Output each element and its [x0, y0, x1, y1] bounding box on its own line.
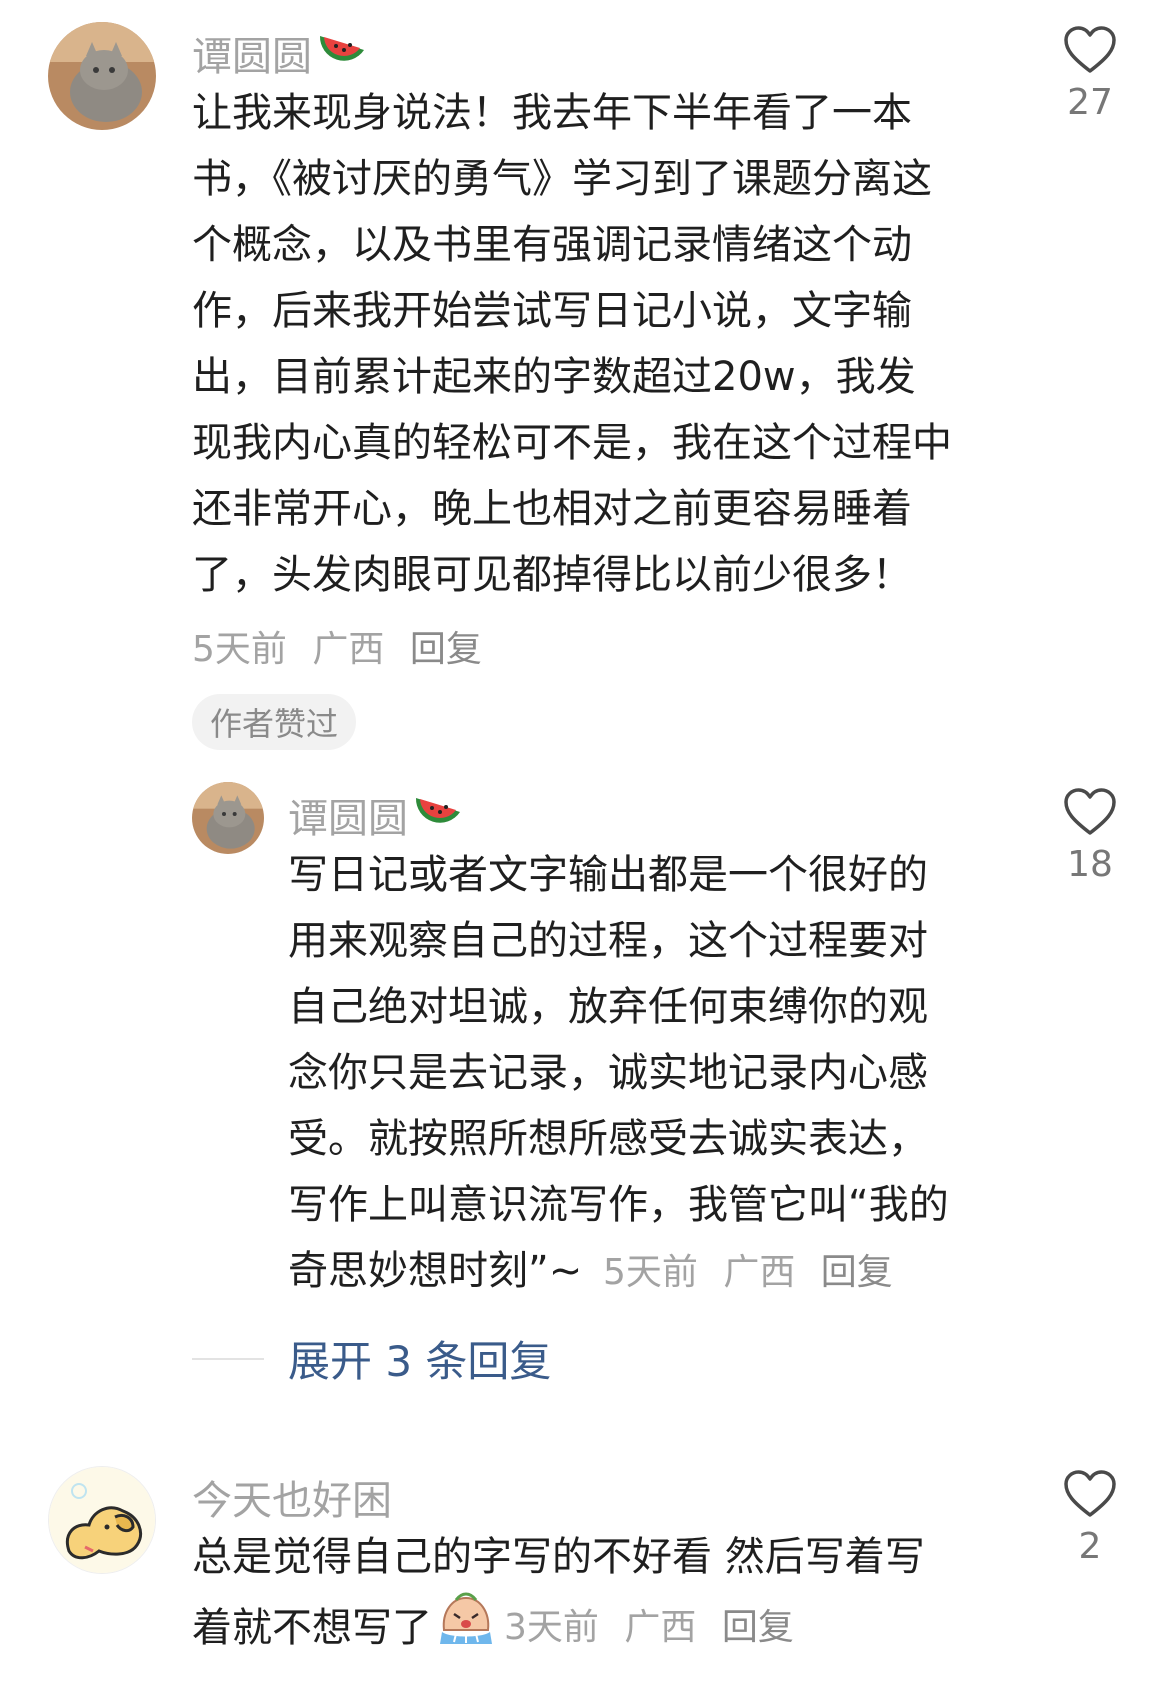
comment-line: 自己绝对坦诚，放弃任何束缚你的观: [288, 984, 928, 1030]
comment-line: 书，《被讨厌的勇气》学习到了课题分离这: [192, 156, 932, 202]
comment-meta: 5天前 广西 回复: [192, 620, 496, 672]
watermelon-icon: [412, 788, 464, 842]
comment-body[interactable]: 总是觉得自己的字写的不好看 然后写着写 着就不想写了 3天前 广西 回复: [192, 1524, 925, 1666]
avatar-cat[interactable]: [192, 782, 264, 854]
reply-button[interactable]: 回复: [722, 1607, 794, 1648]
like-button[interactable]: 18: [1050, 788, 1130, 885]
comment-line: 个概念，以及书里有强调记录情绪这个动: [192, 222, 912, 268]
watermelon-icon: [316, 26, 368, 80]
comment-line: 了，头发肉眼可见都掉得比以前少很多！: [192, 552, 912, 598]
comment-time: 5天前: [192, 629, 287, 670]
comment-line: 作，后来我开始尝试写日记小说，文字输: [192, 288, 912, 334]
comment-line: 写日记或者文字输出都是一个很好的: [288, 852, 928, 898]
comment-meta: 5天前 广西 回复: [603, 1252, 907, 1293]
heart-icon: [1064, 788, 1116, 835]
divider: [192, 1357, 264, 1360]
comment-line-last: 奇思妙想时刻”~ 5天前 广西 回复: [288, 1238, 949, 1306]
comment-line: 写作上叫意识流写作，我管它叫“我的: [288, 1182, 949, 1228]
comment-line: 念你只是去记录，诚实地记录内心感: [288, 1050, 928, 1096]
comment-username[interactable]: 今天也好困: [192, 1468, 392, 1526]
like-count: 2: [1078, 1526, 1102, 1567]
comment-body[interactable]: 写日记或者文字输出都是一个很好的 用来观察自己的过程，这个过程要对 自己绝对坦诚…: [288, 842, 949, 1306]
comment-location: 广西: [312, 629, 385, 670]
comment-username[interactable]: 谭圆圆: [192, 24, 368, 82]
comment-username[interactable]: 谭圆圆: [288, 786, 464, 844]
crying-face-icon: [438, 1590, 494, 1666]
like-button[interactable]: 2: [1050, 1470, 1130, 1567]
comment-line: 还非常开心，晚上也相对之前更容易睡着: [192, 486, 912, 532]
like-button[interactable]: 27: [1050, 26, 1130, 123]
comment-time: 3天前: [504, 1607, 599, 1648]
author-liked-badge: 作者赞过: [192, 694, 357, 750]
comment-line-last: 着就不想写了 3天前 广西 回复: [192, 1590, 925, 1666]
comment-location: 广西: [723, 1252, 796, 1293]
avatar-dog[interactable]: [48, 1466, 156, 1574]
reply-button[interactable]: 回复: [410, 629, 482, 670]
comment-line: 出，目前累计起来的字数超过20w，我发: [192, 354, 916, 400]
expand-replies[interactable]: 展开 3 条回复: [192, 1328, 551, 1389]
like-count: 18: [1067, 844, 1113, 885]
comment-body[interactable]: 让我来现身说法！我去年下半年看了一本 书，《被讨厌的勇气》学习到了课题分离这 个…: [192, 80, 952, 608]
avatar-cat[interactable]: [48, 22, 156, 130]
comment-time: 5天前: [602, 1252, 698, 1293]
heart-icon: [1064, 26, 1116, 73]
like-count: 27: [1067, 82, 1113, 123]
comment-meta: 3天前 广西 回复: [504, 1595, 808, 1661]
expand-replies-link[interactable]: 展开 3 条回复: [288, 1328, 551, 1389]
comment-location: 广西: [624, 1607, 697, 1648]
comment-line: 现我内心真的轻松可不是，我在这个过程中: [192, 420, 952, 466]
comment-line: 用来观察自己的过程，这个过程要对: [288, 918, 928, 964]
heart-icon: [1064, 1470, 1116, 1517]
comment-line: 让我来现身说法！我去年下半年看了一本: [192, 90, 912, 136]
comment-line: 总是觉得自己的字写的不好看 然后写着写: [192, 1534, 925, 1580]
reply-button[interactable]: 回复: [821, 1252, 893, 1293]
comment-line: 受。就按照所想所感受去诚实表达，: [288, 1116, 928, 1162]
